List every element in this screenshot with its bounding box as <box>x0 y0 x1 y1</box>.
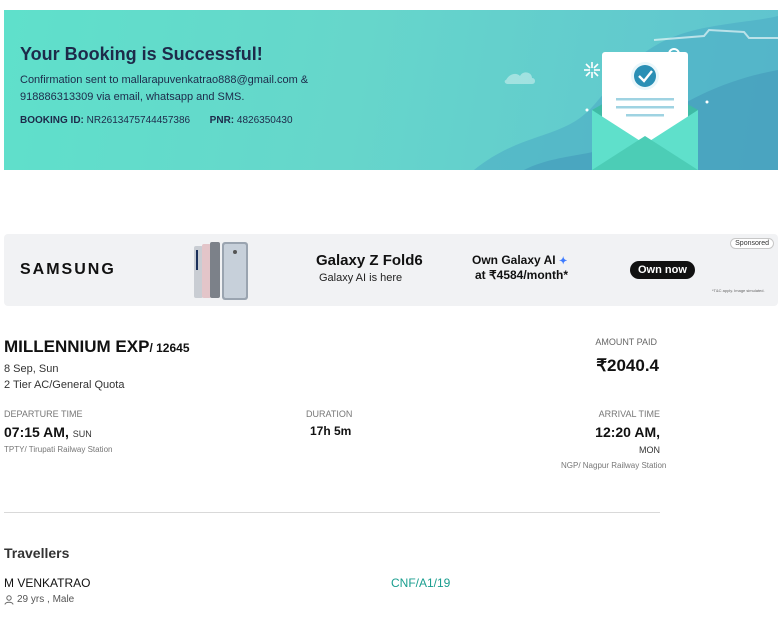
sponsored-ad-banner[interactable]: Sponsored SAMSUNG Galaxy Z Fold6 Galaxy … <box>4 234 778 306</box>
traveller-details: 29 yrs , Male <box>4 594 74 605</box>
booking-id-value: NR2613475744457386 <box>86 115 191 126</box>
booking-identifiers: BOOKING ID: NR2613475744457386 PNR: 4826… <box>20 115 293 126</box>
person-icon <box>4 594 14 605</box>
confirmation-message: Confirmation sent to mallarapuvenkatrao8… <box>20 74 309 103</box>
pnr-value: 4826350430 <box>236 115 293 126</box>
journey-date: 8 Sep, Sun <box>4 363 59 375</box>
amount-paid-label: AMOUNT PAID <box>595 337 657 347</box>
class-quota: 2 Tier AC/General Quota <box>4 379 125 391</box>
sponsored-badge: Sponsored <box>730 238 774 249</box>
section-divider <box>4 512 660 513</box>
booking-status: CNF/A1/19 <box>391 576 451 590</box>
departure-time-label: DEPARTURE TIME <box>4 409 83 419</box>
ad-fine-print: *T&C apply. Image simulated. <box>712 288 765 293</box>
arrival-time: 12:20 AM, <box>595 424 660 440</box>
booking-success-title: Your Booking is Successful! <box>20 44 263 64</box>
arrival-station: NGP/ Nagpur Railway Station <box>561 461 667 470</box>
sparkle-icon: ✦ <box>558 256 568 267</box>
duration-value: 17h 5m <box>310 424 352 438</box>
ad-offer-line-2: at ₹4584/month* <box>475 268 568 282</box>
ad-brand-logo: SAMSUNG <box>20 261 116 278</box>
departure-station: TPTY/ Tirupati Railway Station <box>4 445 113 454</box>
train-number: / 12645 <box>149 341 190 355</box>
own-now-button[interactable]: Own now <box>630 261 695 279</box>
phone-image <box>194 242 248 300</box>
ad-product-tagline: Galaxy AI is here <box>319 272 403 284</box>
arrival-day: MON <box>639 445 660 455</box>
envelope-check-icon <box>592 52 698 170</box>
traveller-name: M VENKATRAO <box>4 576 91 590</box>
ad-offer-line-1: Own Galaxy AI ✦ <box>472 253 568 267</box>
booking-id-label: BOOKING ID: <box>20 115 84 126</box>
arrival-time-label: ARRIVAL TIME <box>598 409 660 419</box>
ad-product-name: Galaxy Z Fold6 <box>316 252 423 269</box>
duration-label: DURATION <box>306 409 353 419</box>
train-name: MILLENNIUM EXP/ 12645 <box>4 337 190 356</box>
amount-paid-value: ₹2040.4 <box>596 356 659 375</box>
pnr-label: PNR: <box>209 115 235 126</box>
travellers-heading: Travellers <box>4 545 70 561</box>
booking-success-banner: Your Booking is Successful! Confirmation… <box>4 10 778 170</box>
departure-time: 07:15 AM, SUN <box>4 424 92 440</box>
departure-day: SUN <box>72 429 92 439</box>
